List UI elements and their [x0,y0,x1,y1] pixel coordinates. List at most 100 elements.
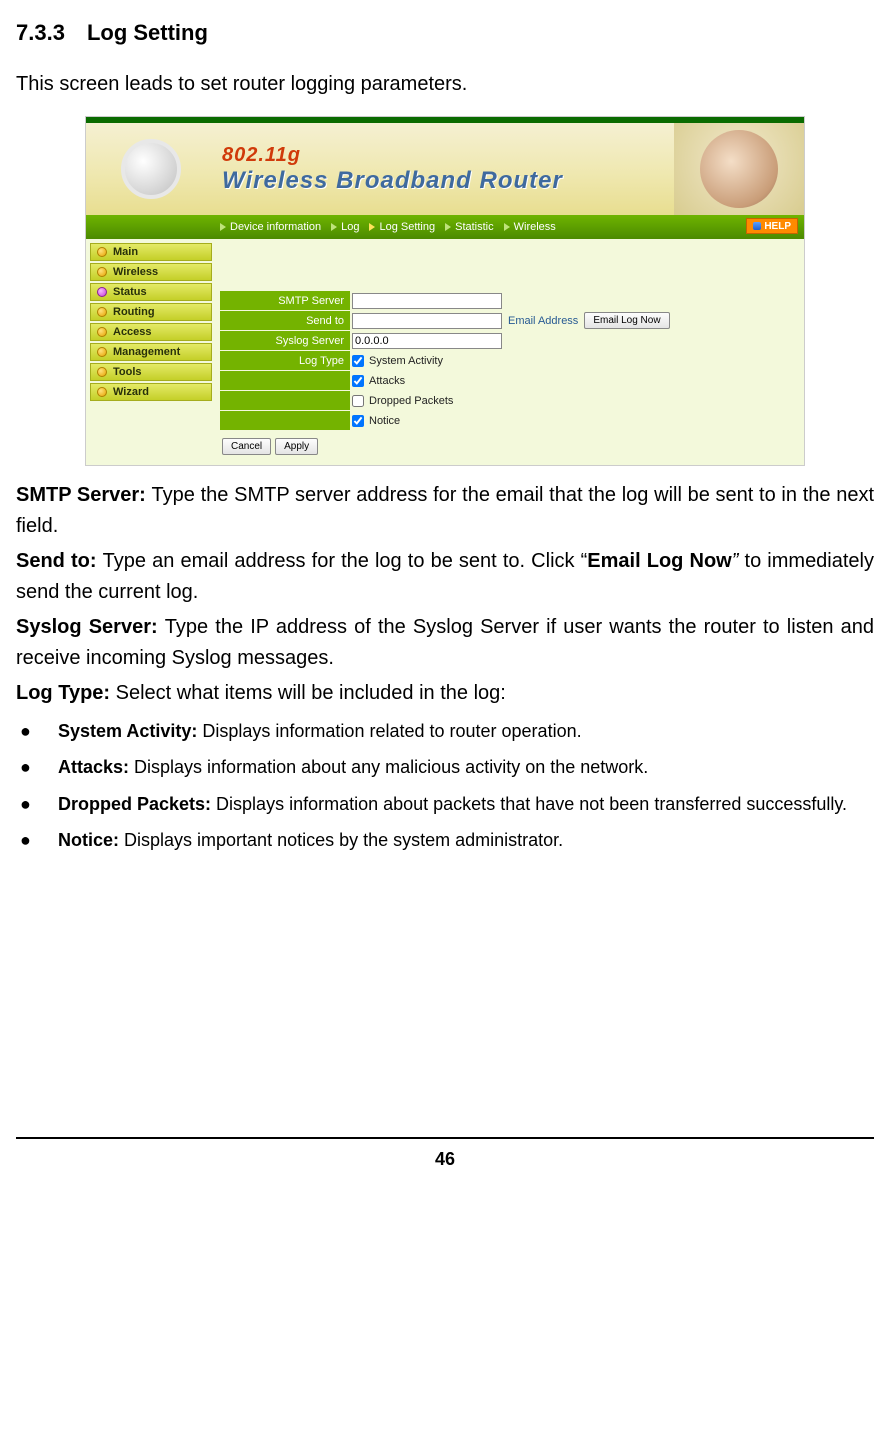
checkbox-dropped-packets[interactable] [352,395,364,407]
send-to-input[interactable] [352,313,502,329]
email-address-label: Email Address [508,315,578,327]
caret-icon [504,223,510,231]
row-smtp-server: SMTP Server [220,291,796,310]
label-smtp-server: SMTP Server [220,291,350,310]
checkbox-system-activity[interactable] [352,355,364,367]
option-dropped-packets-label: Dropped Packets [369,395,453,407]
nav-label: Log Setting [379,221,435,233]
screenshot-body: Main Wireless Status Routing Access Mana… [86,239,804,465]
headphone-graphic [121,139,181,199]
apply-button[interactable]: Apply [275,438,318,455]
section-title: Log Setting [87,20,208,45]
bullet-notice: ● Notice: Displays important notices by … [16,824,874,856]
help-label: HELP [764,221,791,232]
bullet-marker: ● [16,824,58,856]
syslog-server-input[interactable] [352,333,502,349]
sidebar: Main Wireless Status Routing Access Mana… [86,239,216,465]
sidebar-item-label: Main [113,246,138,258]
row-log-type-dropped-packets: Dropped Packets [220,391,796,410]
nav-device-information[interactable]: Device information [220,221,321,233]
header-line2: Wireless Broadband Router [222,167,674,195]
nav-log[interactable]: Log [331,221,359,233]
nav-label: Log [341,221,359,233]
cancel-button[interactable]: Cancel [222,438,271,455]
nav-log-setting[interactable]: Log Setting [369,221,435,233]
sidebar-item-label: Access [113,326,152,338]
desc-log-type: Select what items will be included in th… [116,682,506,704]
bullet-list: ● System Activity: Displays information … [16,715,874,857]
sidebar-item-label: Management [113,346,180,358]
term-syslog-server: Syslog Server: [16,616,165,638]
bullet-label: Notice: [58,830,124,850]
sidebar-item-wizard[interactable]: Wizard [90,383,212,401]
option-system-activity-label: System Activity [369,355,443,367]
sidebar-item-management[interactable]: Management [90,343,212,361]
sidebar-item-access[interactable]: Access [90,323,212,341]
para-send-to: Send to: Type an email address for the l… [16,546,874,608]
caret-icon [331,223,337,231]
sidebar-item-routing[interactable]: Routing [90,303,212,321]
bullet-label: Attacks: [58,757,134,777]
manual-text: SMTP Server: Type the SMTP server addres… [16,480,874,857]
smtp-server-input[interactable] [352,293,502,309]
row-log-type-system-activity: Log Type System Activity [220,351,796,370]
nav-label: Wireless [514,221,556,233]
section-heading: 7.3.3 Log Setting [16,20,874,46]
desc-send-to-pre: Type an email address for the log to be … [103,550,588,572]
term-smtp-server: SMTP Server: [16,484,152,506]
sidebar-item-label: Tools [113,366,142,378]
bullet-icon [97,347,107,357]
sidebar-item-wireless[interactable]: Wireless [90,263,212,281]
email-log-now-button[interactable]: Email Log Now [584,312,669,329]
para-smtp-server: SMTP Server: Type the SMTP server addres… [16,480,874,542]
screenshot-header: 802.11g Wireless Broadband Router [86,123,804,215]
bullet-dropped-packets: ● Dropped Packets: Displays information … [16,788,874,820]
row-send-to: Send to Email Address Email Log Now [220,311,796,330]
bullet-text: Displays information about packets that … [216,794,847,814]
label-blank [220,391,350,410]
bullet-icon [97,327,107,337]
row-syslog-server: Syslog Server [220,331,796,350]
nav-label: Statistic [455,221,494,233]
bullet-icon [97,247,107,257]
para-log-type: Log Type: Select what items will be incl… [16,678,874,709]
sidebar-item-main[interactable]: Main [90,243,212,261]
screenshot-navbar: Device information Log Log Setting Stati… [86,215,804,239]
button-row: Cancel Apply [220,438,796,455]
sidebar-item-tools[interactable]: Tools [90,363,212,381]
section-number: 7.3.3 [16,20,65,46]
nav-label: Device information [230,221,321,233]
row-log-type-notice: Notice [220,411,796,430]
label-send-to: Send to [220,311,350,330]
bullet-marker: ● [16,715,58,747]
form-spacer [220,249,796,291]
bullet-marker: ● [16,788,58,820]
router-screenshot: 802.11g Wireless Broadband Router Device… [85,116,805,466]
help-icon [753,222,761,230]
bullet-icon [97,287,107,297]
sidebar-item-status[interactable]: Status [90,283,212,301]
row-log-type-attacks: Attacks [220,371,796,390]
nav-statistic[interactable]: Statistic [445,221,494,233]
bullet-icon [97,387,107,397]
bullet-marker: ● [16,751,58,783]
sidebar-item-label: Wizard [113,386,149,398]
sidebar-item-label: Status [113,286,147,298]
sidebar-item-label: Routing [113,306,155,318]
checkbox-attacks[interactable] [352,375,364,387]
checkbox-notice[interactable] [352,415,364,427]
sidebar-item-label: Wireless [113,266,158,278]
label-syslog-server: Syslog Server [220,331,350,350]
page-footer: 46 [16,1137,874,1190]
page-number: 46 [435,1149,455,1169]
option-notice-label: Notice [369,415,400,427]
nav-wireless[interactable]: Wireless [504,221,556,233]
bullet-attacks: ● Attacks: Displays information about an… [16,751,874,783]
header-line1: 802.11g [222,144,674,167]
form-area: SMTP Server Send to Email Address Email … [216,239,804,465]
bullet-system-activity: ● System Activity: Displays information … [16,715,874,747]
bullet-icon [97,367,107,377]
help-button[interactable]: HELP [746,218,798,234]
caret-icon [369,223,375,231]
bullet-text: Displays important notices by the system… [124,830,563,850]
